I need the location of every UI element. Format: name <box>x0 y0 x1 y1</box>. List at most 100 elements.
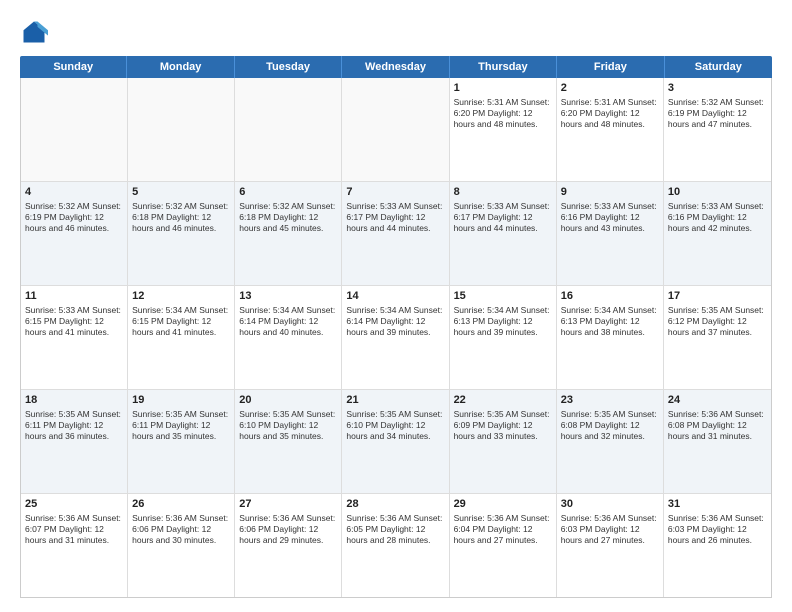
cell-info: Sunrise: 5:34 AM Sunset: 6:14 PM Dayligh… <box>239 305 337 338</box>
cell-info: Sunrise: 5:32 AM Sunset: 6:18 PM Dayligh… <box>239 201 337 234</box>
cell-info: Sunrise: 5:35 AM Sunset: 6:10 PM Dayligh… <box>346 409 444 442</box>
day-number: 24 <box>668 393 767 408</box>
weekday-header: Monday <box>127 56 234 78</box>
calendar-cell: 11Sunrise: 5:33 AM Sunset: 6:15 PM Dayli… <box>21 286 128 389</box>
calendar-cell: 23Sunrise: 5:35 AM Sunset: 6:08 PM Dayli… <box>557 390 664 493</box>
calendar-cell: 31Sunrise: 5:36 AM Sunset: 6:03 PM Dayli… <box>664 494 771 597</box>
day-number: 28 <box>346 497 444 512</box>
calendar: SundayMondayTuesdayWednesdayThursdayFrid… <box>20 56 772 598</box>
day-number: 18 <box>25 393 123 408</box>
calendar-cell: 22Sunrise: 5:35 AM Sunset: 6:09 PM Dayli… <box>450 390 557 493</box>
cell-info: Sunrise: 5:32 AM Sunset: 6:19 PM Dayligh… <box>25 201 123 234</box>
cell-info: Sunrise: 5:33 AM Sunset: 6:17 PM Dayligh… <box>346 201 444 234</box>
logo-icon <box>20 18 48 46</box>
calendar-cell: 20Sunrise: 5:35 AM Sunset: 6:10 PM Dayli… <box>235 390 342 493</box>
day-number: 26 <box>132 497 230 512</box>
day-number: 27 <box>239 497 337 512</box>
cell-info: Sunrise: 5:36 AM Sunset: 6:03 PM Dayligh… <box>668 513 767 546</box>
calendar-cell: 1Sunrise: 5:31 AM Sunset: 6:20 PM Daylig… <box>450 78 557 181</box>
header <box>20 18 772 46</box>
calendar-cell: 7Sunrise: 5:33 AM Sunset: 6:17 PM Daylig… <box>342 182 449 285</box>
cell-info: Sunrise: 5:32 AM Sunset: 6:18 PM Dayligh… <box>132 201 230 234</box>
calendar-cell: 12Sunrise: 5:34 AM Sunset: 6:15 PM Dayli… <box>128 286 235 389</box>
calendar-cell: 14Sunrise: 5:34 AM Sunset: 6:14 PM Dayli… <box>342 286 449 389</box>
calendar-cell: 30Sunrise: 5:36 AM Sunset: 6:03 PM Dayli… <box>557 494 664 597</box>
cell-info: Sunrise: 5:36 AM Sunset: 6:05 PM Dayligh… <box>346 513 444 546</box>
day-number: 29 <box>454 497 552 512</box>
day-number: 16 <box>561 289 659 304</box>
calendar-cell: 21Sunrise: 5:35 AM Sunset: 6:10 PM Dayli… <box>342 390 449 493</box>
weekday-header: Saturday <box>665 56 772 78</box>
calendar-cell: 29Sunrise: 5:36 AM Sunset: 6:04 PM Dayli… <box>450 494 557 597</box>
calendar-cell <box>342 78 449 181</box>
calendar-cell: 15Sunrise: 5:34 AM Sunset: 6:13 PM Dayli… <box>450 286 557 389</box>
day-number: 3 <box>668 81 767 96</box>
cell-info: Sunrise: 5:35 AM Sunset: 6:11 PM Dayligh… <box>25 409 123 442</box>
day-number: 31 <box>668 497 767 512</box>
day-number: 14 <box>346 289 444 304</box>
calendar-cell: 3Sunrise: 5:32 AM Sunset: 6:19 PM Daylig… <box>664 78 771 181</box>
calendar-row: 25Sunrise: 5:36 AM Sunset: 6:07 PM Dayli… <box>21 494 771 597</box>
cell-info: Sunrise: 5:33 AM Sunset: 6:15 PM Dayligh… <box>25 305 123 338</box>
calendar-row: 18Sunrise: 5:35 AM Sunset: 6:11 PM Dayli… <box>21 390 771 494</box>
calendar-cell: 26Sunrise: 5:36 AM Sunset: 6:06 PM Dayli… <box>128 494 235 597</box>
day-number: 8 <box>454 185 552 200</box>
cell-info: Sunrise: 5:33 AM Sunset: 6:16 PM Dayligh… <box>561 201 659 234</box>
weekday-header: Wednesday <box>342 56 449 78</box>
cell-info: Sunrise: 5:31 AM Sunset: 6:20 PM Dayligh… <box>454 97 552 130</box>
cell-info: Sunrise: 5:36 AM Sunset: 6:04 PM Dayligh… <box>454 513 552 546</box>
cell-info: Sunrise: 5:36 AM Sunset: 6:03 PM Dayligh… <box>561 513 659 546</box>
cell-info: Sunrise: 5:35 AM Sunset: 6:10 PM Dayligh… <box>239 409 337 442</box>
day-number: 30 <box>561 497 659 512</box>
day-number: 12 <box>132 289 230 304</box>
cell-info: Sunrise: 5:35 AM Sunset: 6:12 PM Dayligh… <box>668 305 767 338</box>
cell-info: Sunrise: 5:36 AM Sunset: 6:06 PM Dayligh… <box>239 513 337 546</box>
calendar-cell: 5Sunrise: 5:32 AM Sunset: 6:18 PM Daylig… <box>128 182 235 285</box>
cell-info: Sunrise: 5:35 AM Sunset: 6:11 PM Dayligh… <box>132 409 230 442</box>
logo <box>20 18 52 46</box>
day-number: 1 <box>454 81 552 96</box>
calendar-cell: 2Sunrise: 5:31 AM Sunset: 6:20 PM Daylig… <box>557 78 664 181</box>
cell-info: Sunrise: 5:33 AM Sunset: 6:16 PM Dayligh… <box>668 201 767 234</box>
calendar-cell: 17Sunrise: 5:35 AM Sunset: 6:12 PM Dayli… <box>664 286 771 389</box>
calendar-cell: 4Sunrise: 5:32 AM Sunset: 6:19 PM Daylig… <box>21 182 128 285</box>
calendar-cell <box>128 78 235 181</box>
day-number: 10 <box>668 185 767 200</box>
cell-info: Sunrise: 5:36 AM Sunset: 6:08 PM Dayligh… <box>668 409 767 442</box>
day-number: 5 <box>132 185 230 200</box>
calendar-body: 1Sunrise: 5:31 AM Sunset: 6:20 PM Daylig… <box>20 78 772 598</box>
calendar-header: SundayMondayTuesdayWednesdayThursdayFrid… <box>20 56 772 78</box>
day-number: 25 <box>25 497 123 512</box>
day-number: 15 <box>454 289 552 304</box>
calendar-cell: 8Sunrise: 5:33 AM Sunset: 6:17 PM Daylig… <box>450 182 557 285</box>
cell-info: Sunrise: 5:34 AM Sunset: 6:13 PM Dayligh… <box>454 305 552 338</box>
page: SundayMondayTuesdayWednesdayThursdayFrid… <box>0 0 792 612</box>
day-number: 20 <box>239 393 337 408</box>
cell-info: Sunrise: 5:32 AM Sunset: 6:19 PM Dayligh… <box>668 97 767 130</box>
calendar-cell: 18Sunrise: 5:35 AM Sunset: 6:11 PM Dayli… <box>21 390 128 493</box>
weekday-header: Sunday <box>20 56 127 78</box>
cell-info: Sunrise: 5:34 AM Sunset: 6:14 PM Dayligh… <box>346 305 444 338</box>
cell-info: Sunrise: 5:35 AM Sunset: 6:09 PM Dayligh… <box>454 409 552 442</box>
calendar-cell: 6Sunrise: 5:32 AM Sunset: 6:18 PM Daylig… <box>235 182 342 285</box>
day-number: 9 <box>561 185 659 200</box>
calendar-cell: 24Sunrise: 5:36 AM Sunset: 6:08 PM Dayli… <box>664 390 771 493</box>
weekday-header: Thursday <box>450 56 557 78</box>
cell-info: Sunrise: 5:31 AM Sunset: 6:20 PM Dayligh… <box>561 97 659 130</box>
day-number: 21 <box>346 393 444 408</box>
day-number: 19 <box>132 393 230 408</box>
day-number: 7 <box>346 185 444 200</box>
calendar-row: 11Sunrise: 5:33 AM Sunset: 6:15 PM Dayli… <box>21 286 771 390</box>
calendar-cell: 27Sunrise: 5:36 AM Sunset: 6:06 PM Dayli… <box>235 494 342 597</box>
cell-info: Sunrise: 5:36 AM Sunset: 6:07 PM Dayligh… <box>25 513 123 546</box>
calendar-cell: 19Sunrise: 5:35 AM Sunset: 6:11 PM Dayli… <box>128 390 235 493</box>
calendar-cell <box>21 78 128 181</box>
calendar-cell: 28Sunrise: 5:36 AM Sunset: 6:05 PM Dayli… <box>342 494 449 597</box>
calendar-cell: 10Sunrise: 5:33 AM Sunset: 6:16 PM Dayli… <box>664 182 771 285</box>
day-number: 11 <box>25 289 123 304</box>
cell-info: Sunrise: 5:33 AM Sunset: 6:17 PM Dayligh… <box>454 201 552 234</box>
cell-info: Sunrise: 5:34 AM Sunset: 6:13 PM Dayligh… <box>561 305 659 338</box>
calendar-cell: 16Sunrise: 5:34 AM Sunset: 6:13 PM Dayli… <box>557 286 664 389</box>
calendar-cell: 25Sunrise: 5:36 AM Sunset: 6:07 PM Dayli… <box>21 494 128 597</box>
day-number: 2 <box>561 81 659 96</box>
